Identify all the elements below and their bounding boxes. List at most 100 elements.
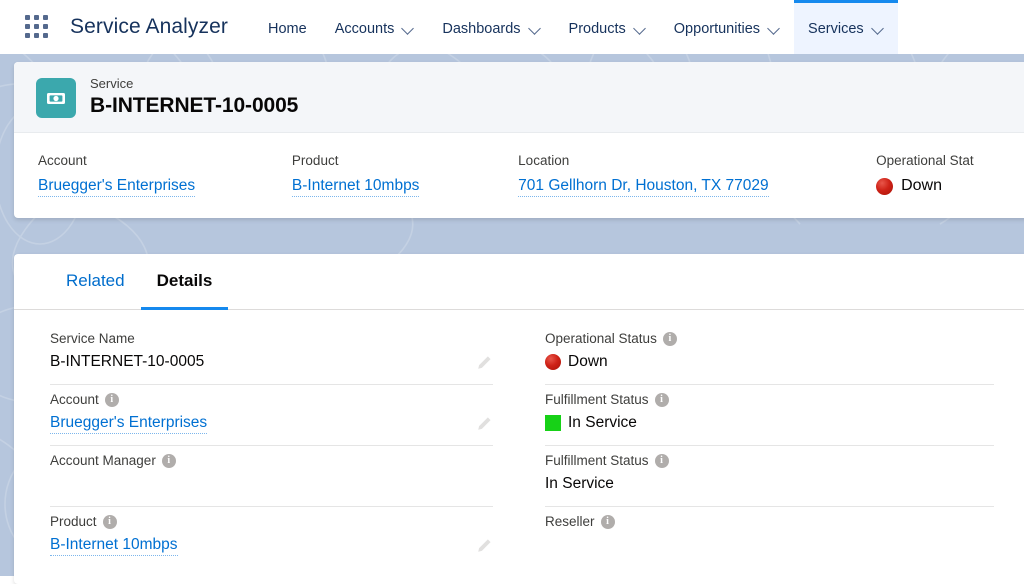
nav-item-products[interactable]: Products bbox=[555, 0, 660, 54]
field-label-text: Fulfillment Status bbox=[545, 453, 649, 468]
status-badge: In Service bbox=[568, 414, 637, 431]
nav-item-home[interactable]: Home bbox=[258, 0, 321, 54]
nav-item-accounts[interactable]: Accounts bbox=[321, 0, 429, 54]
field-label-text: Account bbox=[50, 392, 99, 407]
record-tabs: Related Details bbox=[14, 254, 1024, 310]
account-link[interactable]: Bruegger's Enterprises bbox=[50, 414, 208, 434]
header-field-account: Account Bruegger's Enterprises bbox=[14, 153, 268, 197]
field-value: In Service bbox=[545, 475, 614, 492]
tab-label: Related bbox=[66, 270, 125, 290]
field-product: Product i B-Internet 10mbps bbox=[50, 507, 493, 567]
field-value: B-Internet 10mbps bbox=[291, 176, 494, 197]
field-label: Reseller i bbox=[545, 513, 994, 531]
red-circle-status-icon bbox=[876, 177, 894, 195]
info-icon[interactable]: i bbox=[654, 454, 669, 468]
field-label: Product i bbox=[50, 513, 493, 531]
field-label-text: Fulfillment Status bbox=[545, 392, 649, 407]
details-right-column: Operational Status i Down Fulfillment St… bbox=[529, 324, 1024, 567]
info-icon[interactable]: i bbox=[654, 393, 669, 407]
status-badge: Down bbox=[568, 353, 608, 370]
field-value: Down bbox=[876, 176, 1024, 196]
field-operational-status: Operational Status i Down bbox=[545, 324, 994, 385]
info-icon[interactable]: i bbox=[104, 393, 119, 407]
chevron-down-icon[interactable] bbox=[873, 23, 884, 34]
banknote-glyph bbox=[47, 92, 65, 104]
tab-related[interactable]: Related bbox=[50, 254, 141, 310]
record-header-fields: Account Bruegger's Enterprises Product B… bbox=[14, 133, 1024, 218]
field-label: Account Manager i bbox=[50, 452, 493, 470]
product-link[interactable]: B-Internet 10mbps bbox=[50, 536, 178, 556]
edit-pencil-icon[interactable] bbox=[475, 537, 493, 555]
field-label-text: Reseller bbox=[545, 514, 595, 529]
field-account-manager: Account Manager i bbox=[50, 446, 493, 507]
info-icon[interactable]: i bbox=[662, 332, 677, 346]
info-icon[interactable]: i bbox=[600, 515, 615, 529]
details-card: Related Details Service Name B-INTERNET-… bbox=[14, 254, 1024, 584]
record-highlights-card: Service B-INTERNET-10-0005 Account Brueg… bbox=[14, 62, 1024, 218]
header-field-operational-status: Operational Stat Down bbox=[852, 153, 1024, 196]
field-label: Service Name bbox=[50, 330, 493, 348]
edit-pencil-icon[interactable] bbox=[475, 415, 493, 433]
field-label-text: Service Name bbox=[50, 331, 135, 346]
nav-item-services[interactable]: Services bbox=[794, 0, 898, 54]
info-icon[interactable]: i bbox=[102, 515, 117, 529]
nav-item-label: Products bbox=[568, 20, 626, 37]
field-label: Location bbox=[518, 153, 570, 168]
header-field-product: Product B-Internet 10mbps bbox=[268, 153, 494, 197]
field-value: Down bbox=[545, 351, 994, 373]
record-object-label: Service bbox=[90, 76, 134, 91]
field-label-text: Operational Status bbox=[545, 331, 657, 346]
field-value bbox=[545, 534, 994, 556]
field-label: Operational Stat bbox=[876, 153, 974, 168]
chevron-down-icon[interactable] bbox=[635, 23, 646, 34]
field-value: 701 Gellhorn Dr, Houston, TX 77029 bbox=[518, 176, 852, 197]
page-content: Service B-INTERNET-10-0005 Account Brueg… bbox=[0, 54, 1024, 584]
account-link[interactable]: Bruegger's Enterprises bbox=[38, 177, 196, 197]
product-link[interactable]: B-Internet 10mbps bbox=[291, 177, 420, 197]
field-label: Account i bbox=[50, 391, 493, 409]
record-header: Service B-INTERNET-10-0005 bbox=[14, 62, 1024, 133]
app-launcher-icon[interactable] bbox=[22, 12, 52, 42]
field-label: Product bbox=[291, 153, 339, 168]
field-label: Operational Status i bbox=[545, 330, 994, 348]
field-value: In Service bbox=[545, 412, 994, 434]
field-label: Fulfillment Status i bbox=[545, 452, 994, 470]
app-name-label: Service Analyzer bbox=[70, 15, 229, 38]
chevron-down-icon[interactable] bbox=[530, 23, 541, 34]
nav-item-label: Home bbox=[268, 20, 307, 37]
global-navigation-bar: Service Analyzer Home Accounts Dashboard… bbox=[0, 0, 1024, 54]
field-label-text: Account Manager bbox=[50, 453, 156, 468]
field-label-text: Product bbox=[50, 514, 97, 529]
nav-item-list: Home Accounts Dashboards Products Opport… bbox=[258, 0, 898, 54]
status-badge: Down bbox=[901, 177, 942, 194]
nav-item-opportunities[interactable]: Opportunities bbox=[660, 0, 794, 54]
field-label: Account bbox=[38, 153, 87, 168]
field-value: B-Internet 10mbps bbox=[50, 534, 493, 556]
field-value bbox=[50, 473, 493, 495]
field-reseller: Reseller i bbox=[545, 507, 994, 567]
chevron-down-icon[interactable] bbox=[403, 23, 414, 34]
green-square-status-icon bbox=[545, 415, 561, 431]
header-field-location: Location 701 Gellhorn Dr, Houston, TX 77… bbox=[494, 153, 852, 197]
nav-item-label: Opportunities bbox=[673, 20, 761, 37]
details-left-column: Service Name B-INTERNET-10-0005 Account … bbox=[14, 324, 529, 567]
info-icon[interactable]: i bbox=[161, 454, 176, 468]
location-link[interactable]: 701 Gellhorn Dr, Houston, TX 77029 bbox=[518, 177, 769, 197]
record-name: B-INTERNET-10-0005 bbox=[90, 94, 299, 117]
field-label: Fulfillment Status i bbox=[545, 391, 994, 409]
record-title-group: Service B-INTERNET-10-0005 bbox=[90, 76, 298, 119]
red-circle-status-icon bbox=[545, 354, 561, 370]
tab-details[interactable]: Details bbox=[140, 254, 229, 310]
field-value: Bruegger's Enterprises bbox=[38, 176, 268, 197]
nav-item-dashboards[interactable]: Dashboards bbox=[428, 0, 554, 54]
field-service-name: Service Name B-INTERNET-10-0005 bbox=[50, 324, 493, 385]
tab-label: Details bbox=[156, 270, 213, 290]
field-fulfillment-status-text: Fulfillment Status i In Service bbox=[545, 446, 994, 507]
service-banknote-icon bbox=[36, 77, 76, 118]
nav-item-label: Accounts bbox=[334, 20, 395, 37]
field-value: Bruegger's Enterprises bbox=[50, 412, 493, 434]
field-value: B-INTERNET-10-0005 bbox=[50, 353, 205, 370]
field-fulfillment-status-indicator: Fulfillment Status i In Service bbox=[545, 385, 994, 446]
edit-pencil-icon[interactable] bbox=[475, 354, 493, 372]
chevron-down-icon[interactable] bbox=[769, 23, 780, 34]
